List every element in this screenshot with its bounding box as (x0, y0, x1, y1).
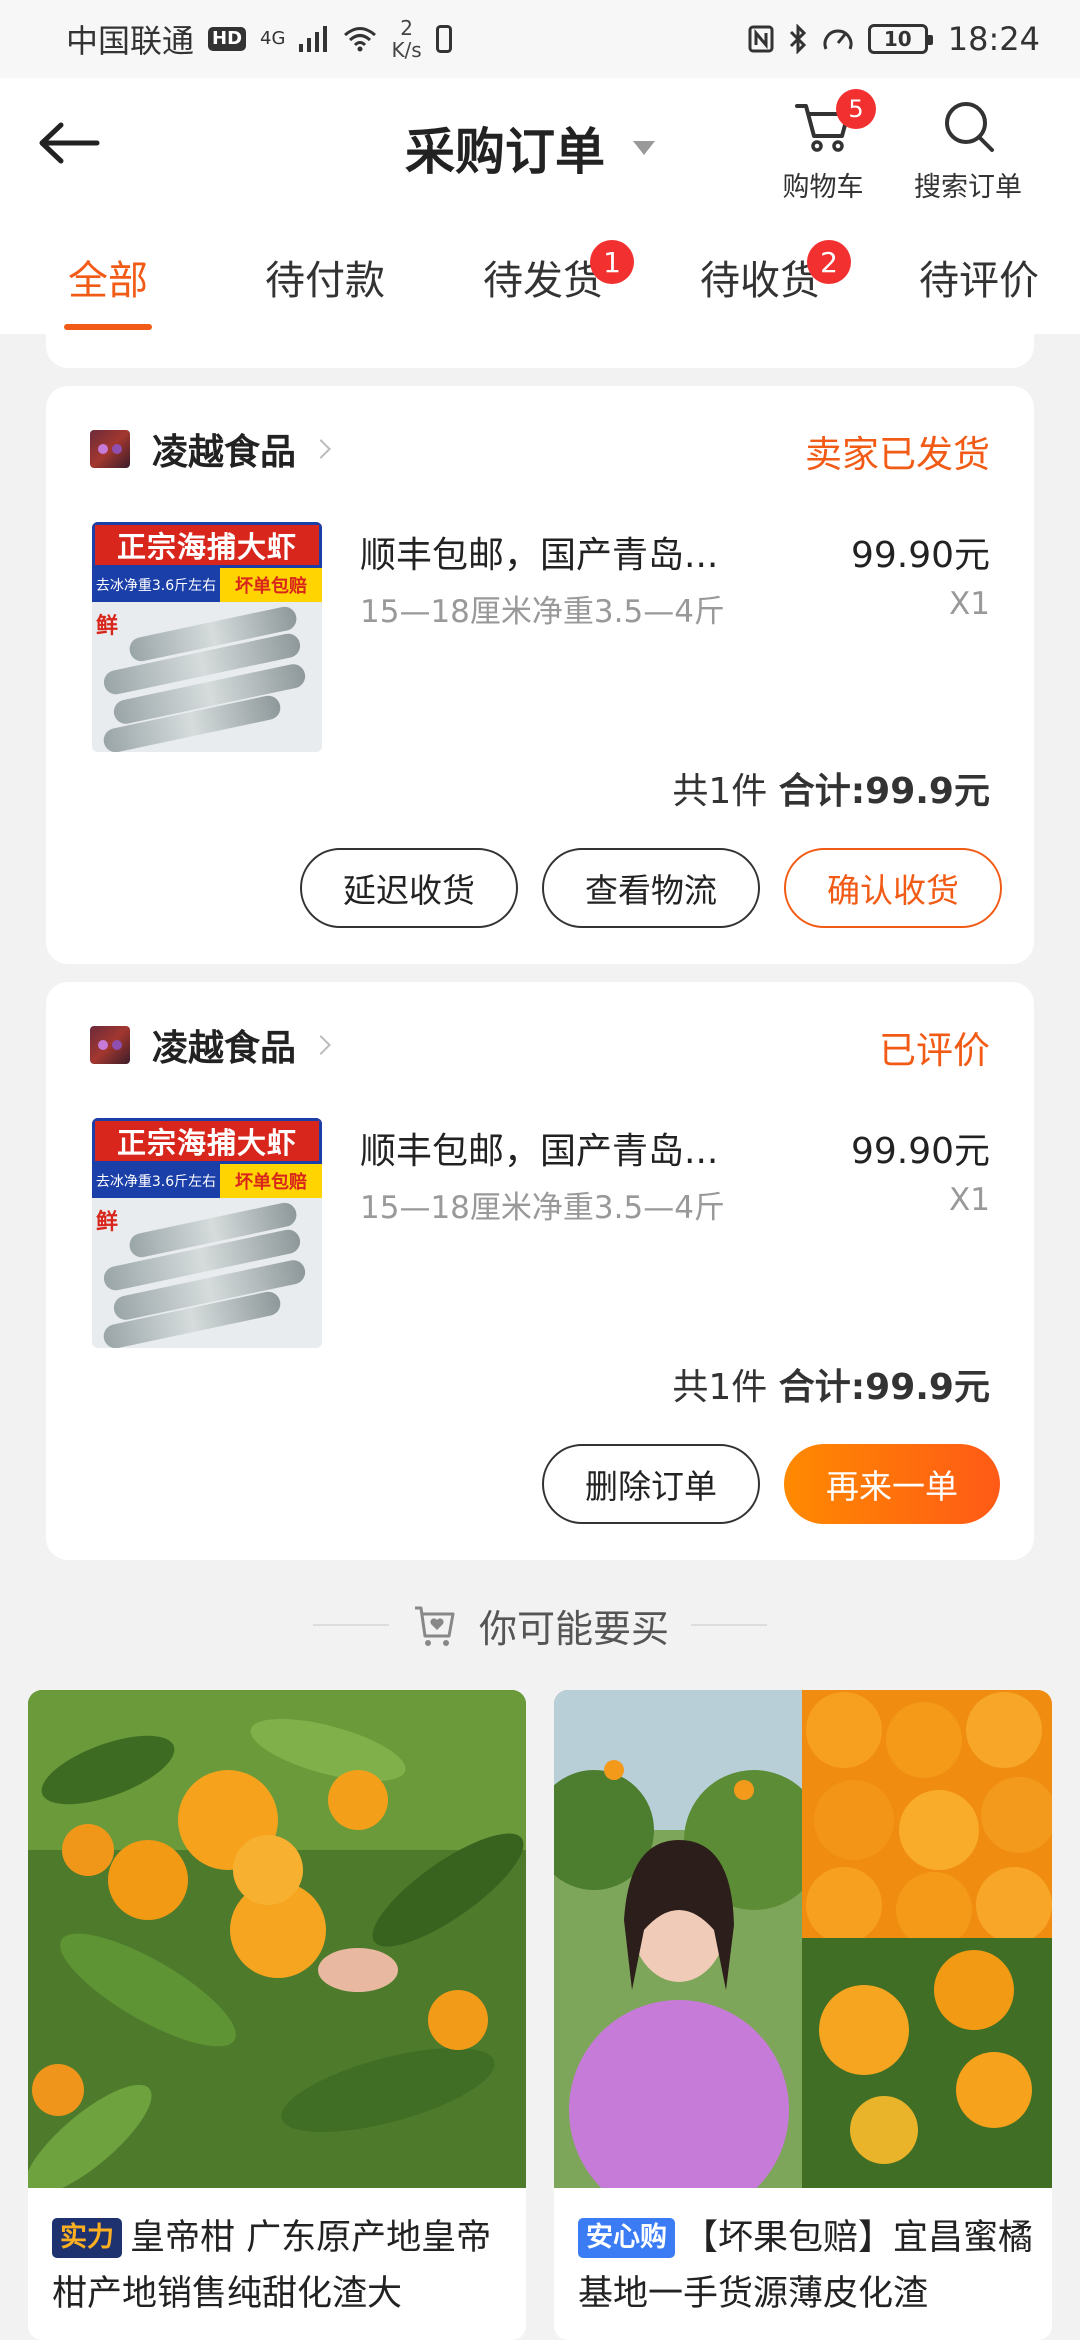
caret-down-icon (633, 141, 655, 155)
thumb-tag: 坏单包赔 (220, 568, 322, 602)
order-total: 合计:99.9元 (778, 1367, 990, 1408)
order-card[interactable]: 凌越食品 卖家已发货 正宗海捕大虾 去冰净重3.6斤左右 坏单包赔 鲜 顺丰包邮… (46, 386, 1034, 964)
header: 采购订单 5 购物车 搜索订单 全部 待付款 待发货 1 待收货 2 待评价 (0, 78, 1080, 334)
thumb-fresh: 鲜 (96, 1210, 119, 1235)
previous-order-card (46, 334, 1034, 368)
shop-name: 凌越食品 (152, 432, 297, 473)
recommend-text: 实力 皇帝柑 广东原产地皇帝柑产地销售纯甜化渣大 (52, 2210, 512, 2322)
signal-icon (299, 26, 328, 52)
cart-heart-icon (414, 1606, 455, 1646)
confirm-receipt-button[interactable]: 确认收货 (784, 848, 1002, 928)
recommend-item[interactable]: 安心购 【坏果包赔】宜昌蜜橘基地一手货源薄皮化渣 (554, 1690, 1052, 2340)
shop-link[interactable]: 凌越食品 (90, 1020, 331, 1070)
divider (691, 1624, 767, 1626)
product-spec: 15—18厘米净重3.5—4斤 (360, 594, 725, 630)
search-order-button[interactable]: 搜索订单 (903, 93, 1033, 213)
bluetooth-icon (789, 24, 806, 54)
product-quantity: X1 (949, 586, 990, 622)
recommend-header: 你可能要买 (0, 1590, 1080, 1660)
thumb-tag: 坏单包赔 (220, 1164, 322, 1198)
strength-badge: 实力 (52, 2218, 122, 2258)
search-icon (945, 102, 994, 152)
thumb-subtitle: 去冰净重3.6斤左右 (92, 1164, 220, 1198)
thumb-subtitle: 去冰净重3.6斤左右 (92, 568, 220, 602)
oranges-photo (28, 1690, 526, 2188)
item-count: 共1件 (672, 771, 768, 812)
tab-pending-payment[interactable]: 待付款 (250, 226, 400, 334)
nfc-icon (748, 25, 774, 53)
tab-pending-receipt[interactable]: 待收货 (685, 226, 835, 334)
product-image[interactable]: 正宗海捕大虾 去冰净重3.6斤左右 坏单包赔 鲜 (92, 1118, 322, 1348)
product-quantity: X1 (949, 1182, 990, 1218)
shop-link[interactable]: 凌越食品 (90, 424, 331, 474)
shop-name: 凌越食品 (152, 1028, 297, 1069)
product-price: 99.90元 (850, 1131, 990, 1172)
product-image (28, 1690, 526, 2188)
chevron-right-icon (311, 439, 331, 459)
product-image (554, 1690, 1052, 2188)
hd-icon: HD (208, 27, 247, 51)
chevron-right-icon (311, 1035, 331, 1055)
delete-order-button[interactable]: 删除订单 (542, 1444, 760, 1524)
battery-icon: 10 (867, 24, 933, 54)
page-title: 采购订单 (405, 123, 605, 181)
product-image[interactable]: 正宗海捕大虾 去冰净重3.6斤左右 坏单包赔 鲜 (92, 522, 322, 752)
order-summary: 共1件 合计:99.9元 (672, 762, 990, 814)
order-status: 已评价 (879, 1029, 990, 1072)
product-price: 99.90元 (850, 535, 990, 576)
thumb-title: 正宗海捕大虾 (92, 522, 322, 568)
speedometer-icon (823, 29, 853, 50)
tab-pending-review[interactable]: 待评价 (904, 226, 1054, 334)
order-summary: 共1件 合计:99.9元 (672, 1358, 990, 1410)
product-title[interactable]: 顺丰包邮，国产青岛... (360, 526, 718, 578)
delay-receipt-button[interactable]: 延迟收货 (300, 848, 518, 928)
recommend-text: 安心购 【坏果包赔】宜昌蜜橘基地一手货源薄皮化渣 (578, 2210, 1038, 2322)
pending-receipt-badge: 2 (807, 240, 851, 284)
back-button[interactable] (34, 108, 104, 178)
order-status: 卖家已发货 (805, 433, 990, 476)
order-card[interactable]: 凌越食品 已评价 正宗海捕大虾 去冰净重3.6斤左右 坏单包赔 鲜 顺丰包邮，国… (46, 982, 1034, 1560)
shop-logo (90, 1026, 130, 1064)
phone-icon (435, 25, 452, 53)
shop-logo (90, 430, 130, 468)
安心购-badge: 安心购 (578, 2218, 675, 2258)
view-logistics-button[interactable]: 查看物流 (542, 848, 760, 928)
network-type: 4G (260, 28, 286, 49)
oranges-collage-photo (554, 1690, 1052, 2188)
net-speed: 2 K/s (391, 16, 422, 62)
product-spec: 15—18厘米净重3.5—4斤 (360, 1190, 725, 1226)
order-tabs: 全部 待付款 待发货 1 待收货 2 待评价 (0, 226, 1080, 334)
status-bar: 中国联通 HD 4G 2 K/s 10 18:24 (0, 0, 1080, 78)
title-dropdown[interactable]: 采购订单 (405, 108, 655, 188)
wifi-icon (344, 27, 377, 52)
cart-button[interactable]: 5 购物车 (758, 89, 888, 213)
search-label: 搜索订单 (914, 172, 1022, 203)
tab-pending-shipment[interactable]: 待发货 (468, 226, 618, 334)
recommend-item[interactable]: 实力 皇帝柑 广东原产地皇帝柑产地销售纯甜化渣大 (28, 1690, 526, 2340)
arrow-left-icon (39, 122, 100, 164)
thumb-fresh: 鲜 (96, 614, 119, 639)
cart-count-badge: 5 (836, 89, 876, 129)
thumb-title: 正宗海捕大虾 (92, 1118, 322, 1164)
item-count: 共1件 (672, 1367, 768, 1408)
reorder-button[interactable]: 再来一单 (784, 1444, 1000, 1524)
carrier-label: 中国联通 (66, 22, 195, 60)
recommend-title: 你可能要买 (478, 1606, 669, 1651)
product-title[interactable]: 顺丰包邮，国产青岛... (360, 1122, 718, 1174)
cart-label: 购物车 (782, 172, 864, 203)
clock: 18:24 (947, 20, 1040, 58)
order-total: 合计:99.9元 (778, 771, 990, 812)
tab-all[interactable]: 全部 (44, 226, 172, 334)
divider (312, 1624, 389, 1626)
pending-shipment-badge: 1 (590, 240, 634, 284)
active-tab-underline (64, 324, 152, 330)
